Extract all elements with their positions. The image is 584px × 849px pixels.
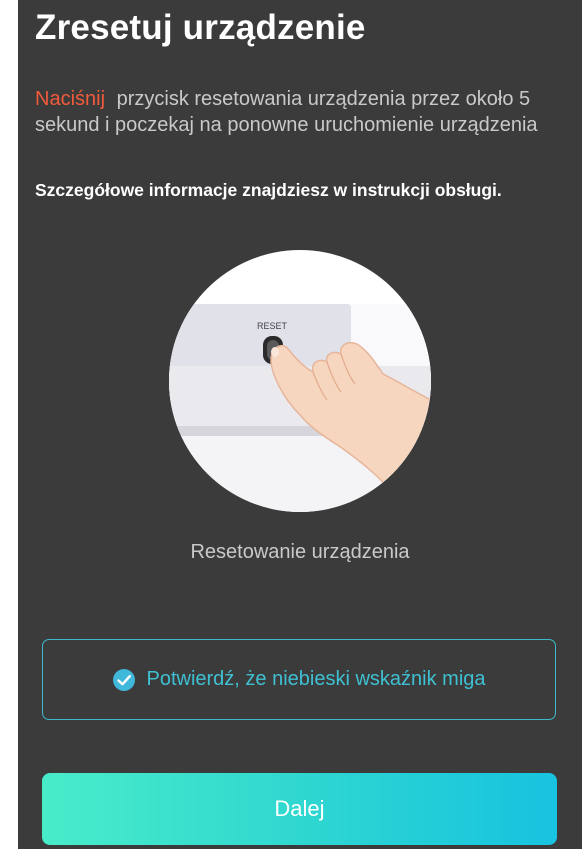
reset-button-illustration: RESET — [169, 304, 431, 512]
reset-illustration: RESET — [169, 250, 431, 512]
next-button[interactable]: Dalej — [42, 773, 557, 845]
page-title: Zresetuj urządzenie — [35, 8, 366, 47]
illustration-caption: Resetowanie urządzenia — [190, 541, 410, 563]
check-circle-icon[interactable] — [112, 668, 136, 692]
instruction-text: przycisk resetowania urządzenia przez ok… — [35, 88, 538, 136]
reset-device-screen: Zresetuj urządzenie Naciśnij przycisk re… — [18, 0, 582, 849]
instruction-highlight: Naciśnij — [35, 88, 106, 110]
reset-instruction: Naciśnij przycisk resetowania urządzenia… — [35, 86, 565, 138]
fingernail — [271, 347, 279, 357]
reset-label: RESET — [257, 321, 288, 331]
next-button-label: Dalej — [274, 796, 325, 821]
manual-hint: Szczegółowe informacje znajdziesz w inst… — [35, 180, 502, 200]
confirm-label: Potwierdź, że niebieski wskaźnik miga — [146, 668, 486, 690]
confirm-blinking-checkbox[interactable]: Potwierdź, że niebieski wskaźnik miga — [42, 639, 556, 720]
